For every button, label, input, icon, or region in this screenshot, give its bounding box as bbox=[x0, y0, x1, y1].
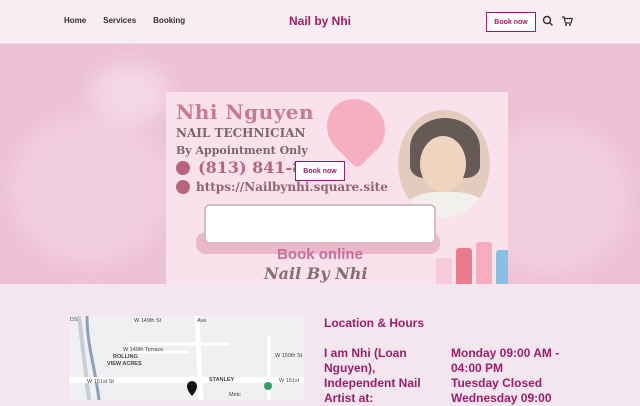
map-label: Metc bbox=[229, 392, 241, 398]
flyer-website: https://Nailbynhi.square.site bbox=[176, 180, 388, 194]
hours-line: 04:00 PM bbox=[451, 361, 504, 375]
technician-photo bbox=[398, 110, 490, 218]
about-text: I am Nhi (Loan Nguyen), Independent Nail… bbox=[324, 346, 444, 406]
hours-line: Wednesday 09:00 bbox=[451, 391, 552, 405]
phone-icon bbox=[176, 160, 190, 175]
hero-banner: Nhi Nguyen NAIL TECHNICIAN By Appointmen… bbox=[0, 44, 640, 284]
search-icon[interactable] bbox=[541, 14, 555, 28]
location-map[interactable]: DS W 149th St W 149th Terrace W 150th St… bbox=[69, 316, 304, 400]
nav-home[interactable]: Home bbox=[64, 16, 86, 26]
site-header: Home Services Booking Nail by Nhi Book n… bbox=[0, 0, 640, 44]
book-online-heading: Book online bbox=[277, 246, 363, 263]
sparkle-decoration bbox=[10, 114, 170, 264]
flyer-appointment: By Appointment Only bbox=[176, 144, 308, 157]
flyer-signature: Nail By Nhi bbox=[264, 264, 368, 283]
globe-icon bbox=[176, 180, 190, 194]
nav-booking[interactable]: Booking bbox=[153, 16, 185, 26]
map-label: Ave bbox=[197, 318, 207, 324]
map-label: VIEW ACRES bbox=[107, 361, 142, 367]
flyer-name: Nhi Nguyen bbox=[176, 100, 315, 124]
hero-book-now-button[interactable]: Book now bbox=[295, 161, 345, 181]
cart-icon[interactable] bbox=[560, 14, 574, 28]
flyer-white-box bbox=[204, 204, 436, 244]
about-line: Artist at: bbox=[324, 391, 374, 405]
map-label: W 151st St bbox=[87, 379, 114, 385]
hours-line: Monday 09:00 AM - bbox=[451, 346, 560, 360]
about-line: Independent Nail bbox=[324, 376, 421, 390]
photo-face bbox=[420, 136, 466, 192]
map-label: W 150th St bbox=[275, 353, 303, 359]
map-label: STANLEY bbox=[209, 377, 235, 383]
map-label: ROLLING bbox=[113, 354, 138, 360]
flyer-website-url: https://Nailbynhi.square.site bbox=[196, 180, 388, 194]
map-label: W 149th St bbox=[134, 318, 162, 324]
brand-link[interactable]: Nail by Nhi bbox=[289, 14, 351, 28]
nav-services[interactable]: Services bbox=[103, 16, 136, 26]
main-nav: Home Services Booking bbox=[64, 16, 202, 26]
map-roads bbox=[69, 316, 304, 400]
about-line: I am Nhi (Loan bbox=[324, 346, 407, 360]
map-label: W 151st bbox=[279, 378, 300, 384]
flyer-role: NAIL TECHNICIAN bbox=[176, 126, 306, 140]
header-book-now-button[interactable]: Book now bbox=[486, 12, 536, 32]
map-label: DS bbox=[70, 317, 78, 323]
location-heading: Location & Hours bbox=[324, 316, 425, 330]
hours-text: Monday 09:00 AM - 04:00 PM Tuesday Close… bbox=[451, 346, 581, 406]
hours-line: Tuesday Closed bbox=[451, 376, 543, 390]
map-label: W 149th Terrace bbox=[123, 347, 164, 353]
about-line: Nguyen), bbox=[324, 361, 376, 375]
sparkle-decoration bbox=[90, 64, 170, 124]
